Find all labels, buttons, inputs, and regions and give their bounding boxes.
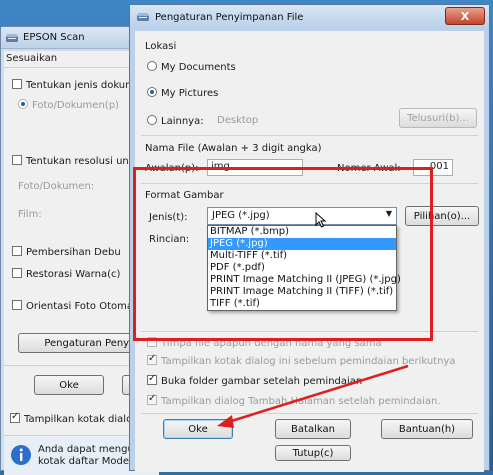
mouse-cursor-icon <box>315 211 327 231</box>
photo-doc-res-label: Foto/Dokumen: <box>18 181 95 192</box>
dialog-titlebar: Pengaturan Penyimpanan File <box>130 5 489 29</box>
film-res-label: Film: <box>18 209 42 220</box>
format-option-selected[interactable]: JPEG (*.jpg) <box>208 238 396 250</box>
format-option[interactable]: Multi-TIFF (*.tif) <box>208 250 396 262</box>
cancel-button[interactable]: Batalkan <box>275 419 351 439</box>
open-folder-checkbox[interactable]: Buka folder gambar setelah pemindaian <box>147 373 362 387</box>
chevron-down-icon: ▼ <box>385 209 392 218</box>
start-number-label: Nomer Awal: <box>337 163 401 174</box>
close-behind-button[interactable]: Tutup(c) <box>275 445 351 461</box>
photo-doc-radio[interactable]: Foto/Dokumen(p) <box>18 99 119 111</box>
format-option[interactable]: PRINT Image Matching II (JPEG) (*.jpg) <box>208 274 401 286</box>
resolution-checkbox[interactable]: Tentukan resolusi untuk <box>12 155 145 167</box>
group-title-adjust: Sesuaikan <box>6 53 58 64</box>
details-label: Rincian: <box>149 234 190 245</box>
browse-button[interactable]: Telusuri(b)... <box>399 108 477 128</box>
other-location-value: Desktop <box>217 115 259 126</box>
other-location-radio[interactable]: Lainnya: <box>147 115 204 127</box>
prefix-label: Awalan(p): <box>145 163 199 174</box>
location-label: Lokasi <box>145 41 177 52</box>
dialog-title: Pengaturan Penyimpanan File <box>155 11 304 23</box>
format-option[interactable]: BITMAP (*.bmp) <box>208 226 396 238</box>
type-label: Jenis(t): <box>149 212 188 223</box>
my-pictures-radio[interactable]: My Pictures <box>147 87 218 99</box>
format-option[interactable]: PDF (*.pdf) <box>208 262 396 274</box>
format-option[interactable]: PRINT Image Matching II (TIFF) (*.tif) <box>208 286 396 298</box>
scanner-icon <box>5 32 19 44</box>
info-icon <box>10 444 32 469</box>
dialog-client: Lokasi My Documents My Pictures Lainnya:… <box>135 31 484 472</box>
back-ok-button[interactable]: Oke <box>34 375 104 395</box>
close-icon: X <box>460 9 470 23</box>
format-dropdown-list[interactable]: BITMAP (*.bmp) JPEG (*.jpg) Multi-TIFF (… <box>207 225 401 311</box>
auto-orient-checkbox[interactable]: Orientasi Foto Otomatis <box>12 300 145 312</box>
start-number-input[interactable]: 001 <box>413 159 453 176</box>
overwrite-checkbox[interactable]: Timpa file apapun dengan nama yang sama <box>147 337 382 349</box>
show-before-scan-checkbox[interactable]: Tampilkan kotak dialog ini sebelum pemin… <box>147 353 455 367</box>
dust-removal-checkbox[interactable]: Pembersihan Debu <box>12 246 121 258</box>
close-button[interactable]: X <box>445 7 485 25</box>
help-button[interactable]: Bantuan(h) <box>381 419 473 439</box>
epson-window-title: EPSON Scan <box>23 32 85 43</box>
ok-button[interactable]: Oke <box>163 419 233 439</box>
prefix-input[interactable]: img <box>207 159 303 176</box>
show-add-page-checkbox[interactable]: Tampilkan dialog Tambah Halaman setelah … <box>147 393 441 407</box>
scanner-icon <box>136 11 150 23</box>
doc-type-checkbox[interactable]: Tentukan jenis dokumen <box>12 79 147 91</box>
format-type-combo[interactable]: JPEG (*.jpg) ▼ <box>207 207 397 225</box>
color-restore-checkbox[interactable]: Restorasi Warna(c) <box>12 268 120 280</box>
file-name-label: Nama File (Awalan + 3 digit angka) <box>145 143 322 154</box>
image-format-label: Format Gambar <box>145 190 224 201</box>
options-button[interactable]: Pilihan(o)... <box>405 206 479 226</box>
save-settings-dialog: Pengaturan Penyimpanan File X Lokasi My … <box>129 4 490 472</box>
my-documents-radio[interactable]: My Documents <box>147 61 236 73</box>
format-option[interactable]: TIFF (*.tif) <box>208 298 396 310</box>
